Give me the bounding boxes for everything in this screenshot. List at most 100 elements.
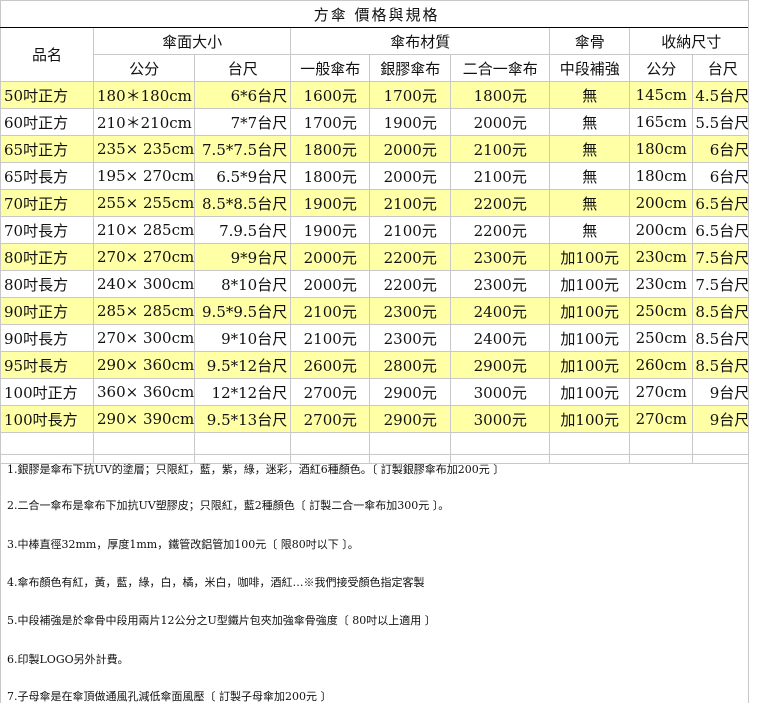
canopy-taichi-cell[interactable]: 9.5*12台尺 — [194, 351, 292, 379]
header-rib[interactable]: 傘骨 — [549, 27, 631, 55]
note-line[interactable]: 1.銀膠是傘布下抗UV的塗層；只限紅，藍，紫，綠，迷彩，酒紅6種顏色。〔 訂製銀… — [7, 461, 504, 477]
folded-cm-cell[interactable]: 200cm — [629, 216, 694, 244]
folded-taichi-cell[interactable]: 7.5台尺 — [692, 243, 754, 271]
mid-reinforce-cell[interactable]: 加100元 — [549, 405, 631, 433]
combo-price-cell[interactable]: 2900元 — [450, 351, 551, 379]
silver-price-cell[interactable]: 2100元 — [369, 189, 452, 217]
normal-price-cell[interactable]: 2100元 — [290, 324, 371, 352]
header-canopy-size[interactable]: 傘面大小 — [92, 27, 292, 55]
mid-reinforce-cell[interactable]: 加100元 — [549, 297, 631, 325]
normal-price-cell[interactable]: 1900元 — [290, 216, 371, 244]
mid-reinforce-cell[interactable]: 加100元 — [549, 351, 631, 379]
silver-price-cell[interactable]: 2300元 — [369, 297, 452, 325]
header-canopy-cm[interactable]: 公分 — [92, 54, 196, 82]
note-line[interactable]: 5.中段補強是於傘骨中段用兩片12公分之U型鐵片包夾加強傘骨強度〔 80吋以上適… — [7, 612, 436, 628]
canopy-cm-cell[interactable]: 235× 235cm — [92, 135, 196, 163]
normal-price-cell[interactable]: 2000元 — [290, 243, 371, 271]
sheet-title[interactable]: 方傘 價格與規格 — [0, 0, 754, 28]
combo-price-cell[interactable]: 2300元 — [450, 243, 551, 271]
header-combo-fabric[interactable]: 二合一傘布 — [450, 54, 551, 82]
product-name-cell[interactable]: 95吋長方 — [0, 351, 94, 379]
mid-reinforce-cell[interactable]: 無 — [549, 189, 631, 217]
product-name-cell[interactable]: 70吋長方 — [0, 216, 94, 244]
canopy-cm-cell[interactable]: 255× 255cm — [92, 189, 196, 217]
folded-cm-cell[interactable]: 200cm — [629, 189, 694, 217]
folded-taichi-cell[interactable]: 8.5台尺 — [692, 324, 754, 352]
combo-price-cell[interactable]: 2200元 — [450, 216, 551, 244]
folded-taichi-cell[interactable]: 6台尺 — [692, 162, 754, 190]
silver-price-cell[interactable]: 2800元 — [369, 351, 452, 379]
canopy-cm-cell[interactable]: 180＊180cm — [92, 81, 196, 109]
header-mid-reinforce[interactable]: 中段補強 — [549, 54, 631, 82]
mid-reinforce-cell[interactable]: 無 — [549, 216, 631, 244]
note-line[interactable]: 2.二合一傘布是傘布下加抗UV塑膠皮；只限紅，藍2種顏色〔 訂製二合一傘布加30… — [7, 497, 449, 513]
product-name-cell[interactable]: 90吋長方 — [0, 324, 94, 352]
combo-price-cell[interactable]: 2400元 — [450, 324, 551, 352]
folded-taichi-cell[interactable]: 8.5台尺 — [692, 297, 754, 325]
normal-price-cell[interactable]: 1800元 — [290, 162, 371, 190]
product-name-cell[interactable]: 80吋正方 — [0, 243, 94, 271]
combo-price-cell[interactable]: 2100元 — [450, 135, 551, 163]
normal-price-cell[interactable]: 2600元 — [290, 351, 371, 379]
canopy-cm-cell[interactable]: 290× 390cm — [92, 405, 196, 433]
combo-price-cell[interactable]: 3000元 — [450, 378, 551, 406]
folded-cm-cell[interactable]: 180cm — [629, 135, 694, 163]
canopy-cm-cell[interactable]: 360× 360cm — [92, 378, 196, 406]
silver-price-cell[interactable]: 2900元 — [369, 378, 452, 406]
folded-taichi-cell[interactable]: 4.5台尺 — [692, 81, 754, 109]
folded-taichi-cell[interactable]: 7.5台尺 — [692, 270, 754, 298]
canopy-taichi-cell[interactable]: 6*6台尺 — [194, 81, 292, 109]
mid-reinforce-cell[interactable]: 加100元 — [549, 243, 631, 271]
combo-price-cell[interactable]: 1800元 — [450, 81, 551, 109]
product-name-cell[interactable]: 50吋正方 — [0, 81, 94, 109]
silver-price-cell[interactable]: 2300元 — [369, 324, 452, 352]
header-silver-fabric[interactable]: 銀膠傘布 — [369, 54, 452, 82]
folded-taichi-cell[interactable]: 6台尺 — [692, 135, 754, 163]
mid-reinforce-cell[interactable]: 加100元 — [549, 270, 631, 298]
silver-price-cell[interactable]: 2900元 — [369, 405, 452, 433]
canopy-cm-cell[interactable]: 210× 285cm — [92, 216, 196, 244]
combo-price-cell[interactable]: 2300元 — [450, 270, 551, 298]
folded-cm-cell[interactable]: 180cm — [629, 162, 694, 190]
folded-cm-cell[interactable]: 250cm — [629, 324, 694, 352]
mid-reinforce-cell[interactable]: 無 — [549, 108, 631, 136]
folded-cm-cell[interactable]: 270cm — [629, 378, 694, 406]
header-product[interactable]: 品名 — [0, 27, 94, 82]
normal-price-cell[interactable]: 1600元 — [290, 81, 371, 109]
normal-price-cell[interactable]: 2000元 — [290, 270, 371, 298]
note-line[interactable]: 4.傘布顏色有紅，黃，藍，綠，白，橘，米白，咖啡，酒紅…※我們接受顏色指定客製 — [7, 574, 425, 590]
silver-price-cell[interactable]: 1900元 — [369, 108, 452, 136]
canopy-taichi-cell[interactable]: 9*9台尺 — [194, 243, 292, 271]
combo-price-cell[interactable]: 2200元 — [450, 189, 551, 217]
folded-cm-cell[interactable]: 260cm — [629, 351, 694, 379]
canopy-taichi-cell[interactable]: 12*12台尺 — [194, 378, 292, 406]
normal-price-cell[interactable]: 1800元 — [290, 135, 371, 163]
note-line[interactable]: 7.子母傘是在傘頂做通風孔減低傘面風壓〔 訂製子母傘加200元 〕 — [7, 688, 331, 704]
folded-taichi-cell[interactable]: 6.5台尺 — [692, 216, 754, 244]
folded-cm-cell[interactable]: 230cm — [629, 270, 694, 298]
folded-taichi-cell[interactable]: 9台尺 — [692, 378, 754, 406]
combo-price-cell[interactable]: 2400元 — [450, 297, 551, 325]
canopy-taichi-cell[interactable]: 8.5*8.5台尺 — [194, 189, 292, 217]
canopy-taichi-cell[interactable]: 7*7台尺 — [194, 108, 292, 136]
canopy-taichi-cell[interactable]: 7.5*7.5台尺 — [194, 135, 292, 163]
combo-price-cell[interactable]: 2000元 — [450, 108, 551, 136]
canopy-cm-cell[interactable]: 210＊210cm — [92, 108, 196, 136]
folded-cm-cell[interactable]: 270cm — [629, 405, 694, 433]
silver-price-cell[interactable]: 1700元 — [369, 81, 452, 109]
mid-reinforce-cell[interactable]: 無 — [549, 135, 631, 163]
product-name-cell[interactable]: 90吋正方 — [0, 297, 94, 325]
canopy-cm-cell[interactable]: 270× 300cm — [92, 324, 196, 352]
canopy-taichi-cell[interactable]: 9.5*9.5台尺 — [194, 297, 292, 325]
combo-price-cell[interactable]: 2100元 — [450, 162, 551, 190]
mid-reinforce-cell[interactable]: 無 — [549, 162, 631, 190]
product-name-cell[interactable]: 80吋長方 — [0, 270, 94, 298]
canopy-cm-cell[interactable]: 195× 270cm — [92, 162, 196, 190]
combo-price-cell[interactable]: 3000元 — [450, 405, 551, 433]
folded-taichi-cell[interactable]: 6.5台尺 — [692, 189, 754, 217]
folded-cm-cell[interactable]: 230cm — [629, 243, 694, 271]
folded-cm-cell[interactable]: 165cm — [629, 108, 694, 136]
canopy-taichi-cell[interactable]: 6.5*9台尺 — [194, 162, 292, 190]
header-normal-fabric[interactable]: 一般傘布 — [290, 54, 371, 82]
canopy-taichi-cell[interactable]: 9.5*13台尺 — [194, 405, 292, 433]
